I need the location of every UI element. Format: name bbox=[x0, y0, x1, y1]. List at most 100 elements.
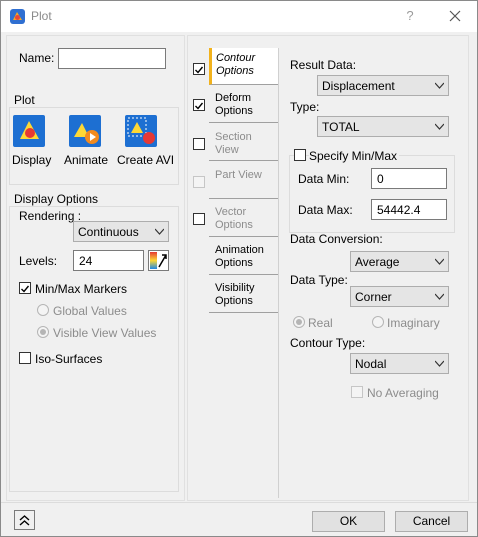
display-label: Display bbox=[12, 153, 52, 167]
tab-part-view: Part View bbox=[209, 164, 278, 199]
close-icon bbox=[449, 10, 461, 22]
display-button[interactable] bbox=[13, 115, 45, 147]
real-radio[interactable] bbox=[293, 316, 305, 328]
chevron-down-icon bbox=[435, 293, 444, 300]
result-data-label: Result Data: bbox=[290, 58, 357, 72]
name-input[interactable] bbox=[58, 48, 166, 69]
contour-type-value: Nodal bbox=[355, 357, 387, 371]
tab-label: Options bbox=[215, 257, 253, 269]
animate-button[interactable] bbox=[69, 115, 101, 147]
tab-label: Options bbox=[216, 65, 254, 77]
tab-section-view[interactable]: Section View bbox=[209, 126, 278, 161]
plot-dialog: Plot ? Name: Plot Display Animate Create… bbox=[0, 0, 478, 537]
tab-vector-options[interactable]: Vector Options bbox=[209, 202, 278, 237]
tab-animation-options[interactable]: Animation Options bbox=[209, 240, 278, 275]
cancel-button[interactable]: Cancel bbox=[395, 511, 468, 532]
checkmark-icon bbox=[195, 66, 204, 74]
vector-checkbox[interactable] bbox=[193, 213, 205, 225]
color-map-icon bbox=[150, 252, 167, 269]
data-type-select[interactable]: Corner bbox=[350, 286, 449, 307]
tab-label: Visibility bbox=[215, 282, 255, 294]
tab-label: Deform bbox=[215, 92, 252, 104]
create-avi-icon bbox=[125, 115, 157, 147]
name-label: Name: bbox=[19, 51, 55, 65]
tab-label: Options bbox=[215, 295, 253, 307]
section-view-checkbox[interactable] bbox=[193, 138, 205, 150]
display-icon bbox=[13, 115, 45, 147]
tab-deform-options[interactable]: Deform Options bbox=[209, 88, 278, 123]
ok-button[interactable]: OK bbox=[312, 511, 385, 532]
result-data-select[interactable]: Displacement bbox=[317, 75, 449, 96]
tab-divider bbox=[278, 48, 279, 498]
chevron-down-icon bbox=[155, 228, 164, 235]
color-map-button[interactable] bbox=[148, 250, 169, 271]
iso-surfaces-label: Iso-Surfaces bbox=[35, 352, 103, 366]
close-button[interactable] bbox=[444, 6, 466, 26]
rendering-value: Continuous bbox=[78, 225, 139, 239]
tab-label: Section View bbox=[215, 131, 252, 156]
data-conversion-select[interactable]: Average bbox=[350, 251, 449, 272]
tab-visibility-options[interactable]: Visibility Options bbox=[209, 278, 278, 313]
expand-toggle-button[interactable] bbox=[14, 510, 35, 530]
create-avi-button[interactable] bbox=[125, 115, 157, 147]
imaginary-label: Imaginary bbox=[387, 316, 440, 330]
chevron-down-icon bbox=[435, 123, 444, 130]
type-select[interactable]: TOTAL bbox=[317, 116, 449, 137]
deform-checkbox[interactable] bbox=[193, 99, 205, 111]
contour-type-select[interactable]: Nodal bbox=[350, 353, 449, 374]
display-options-label: Display Options bbox=[14, 192, 99, 206]
animate-icon bbox=[69, 115, 101, 147]
visible-view-label: Visible View Values bbox=[53, 326, 157, 340]
tab-label: Options bbox=[215, 219, 253, 231]
chevron-down-icon bbox=[435, 258, 444, 265]
data-max-label: Data Max: bbox=[298, 203, 353, 217]
part-view-checkbox bbox=[193, 176, 205, 188]
tab-label: Part View bbox=[215, 169, 262, 181]
type-label: Type: bbox=[290, 100, 320, 114]
data-conversion-value: Average bbox=[355, 255, 400, 269]
no-averaging-checkbox bbox=[351, 386, 363, 398]
help-button[interactable]: ? bbox=[399, 6, 421, 26]
visible-view-radio[interactable] bbox=[37, 326, 49, 338]
data-type-label: Data Type: bbox=[290, 273, 348, 287]
imaginary-radio[interactable] bbox=[372, 316, 384, 328]
plot-group-label: Plot bbox=[14, 93, 35, 107]
rendering-select[interactable]: Continuous bbox=[73, 221, 169, 242]
data-min-input[interactable]: 0 bbox=[371, 168, 447, 189]
data-min-label: Data Min: bbox=[298, 172, 350, 186]
tab-label: Options bbox=[215, 105, 253, 117]
checkmark-icon bbox=[195, 102, 204, 110]
type-value: TOTAL bbox=[322, 120, 360, 134]
specify-minmax-checkbox[interactable] bbox=[294, 149, 306, 161]
levels-input[interactable]: 24 bbox=[73, 250, 144, 271]
contour-type-label: Contour Type: bbox=[290, 336, 366, 350]
minmax-checkbox[interactable] bbox=[19, 282, 31, 294]
tab-label: Vector bbox=[215, 206, 247, 218]
data-conversion-label: Data Conversion: bbox=[290, 232, 383, 246]
data-max-input[interactable]: 54442.4 bbox=[371, 199, 447, 220]
tab-label: Animation bbox=[215, 244, 264, 256]
real-label: Real bbox=[308, 316, 333, 330]
create-avi-label: Create AVI bbox=[117, 153, 175, 167]
title-bar: Plot ? bbox=[1, 1, 477, 32]
animate-label: Animate bbox=[64, 153, 109, 167]
data-type-value: Corner bbox=[355, 290, 392, 304]
iso-surfaces-checkbox[interactable] bbox=[19, 352, 31, 364]
specify-minmax-label: Specify Min/Max bbox=[309, 149, 400, 163]
rendering-label: Rendering : bbox=[19, 209, 82, 223]
result-data-value: Displacement bbox=[322, 79, 395, 93]
window-title: Plot bbox=[31, 9, 52, 23]
global-values-label: Global Values bbox=[53, 304, 127, 318]
checkmark-icon bbox=[21, 285, 30, 293]
global-values-radio[interactable] bbox=[37, 304, 49, 316]
contour-checkbox[interactable] bbox=[193, 63, 205, 75]
minmax-label: Min/Max Markers bbox=[35, 282, 128, 296]
display-options-group bbox=[9, 206, 179, 492]
footer-divider bbox=[1, 502, 477, 503]
levels-label: Levels: bbox=[19, 254, 58, 268]
minmax-group bbox=[289, 155, 455, 233]
no-averaging-label: No Averaging bbox=[367, 386, 439, 400]
chevron-down-icon bbox=[435, 82, 444, 89]
tab-contour-options[interactable]: Contour Options bbox=[209, 48, 278, 85]
double-chevron-up-icon bbox=[19, 515, 30, 526]
